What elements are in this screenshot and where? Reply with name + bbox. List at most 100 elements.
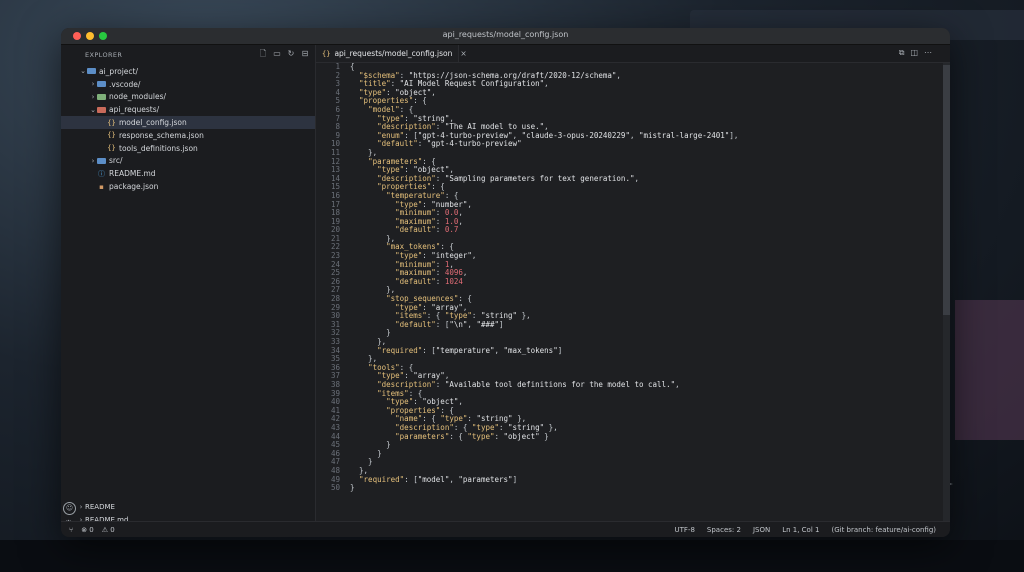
- folder-icon: [87, 68, 96, 75]
- code-token: ,: [431, 87, 436, 97]
- tree-item-9[interactable]: ▪ package.json: [61, 180, 315, 193]
- code-token: "max_tokens": [503, 345, 558, 355]
- code-token: "object": [503, 431, 540, 441]
- tree-item-4[interactable]: {} model_config.json: [61, 116, 315, 129]
- warnings-count[interactable]: ⚠ 0: [102, 526, 115, 534]
- code-token: ,: [634, 173, 639, 183]
- outline-item[interactable]: › README: [61, 501, 315, 514]
- line-number: 6: [335, 104, 340, 114]
- git-branch-status[interactable]: (Git branch: feature/ai-config): [831, 526, 936, 534]
- language-mode[interactable]: JSON: [753, 526, 770, 534]
- tree-item-8[interactable]: ⓘ README.md: [61, 167, 315, 180]
- code-line[interactable]: 50}: [316, 483, 738, 493]
- code-line[interactable]: 10 "default": "gpt-4-turbo-preview": [316, 140, 738, 149]
- tree-item-0[interactable]: ⌄ ai_project/: [61, 65, 315, 78]
- folder-icon: [97, 106, 106, 113]
- scrollbar-thumb[interactable]: [943, 65, 950, 315]
- line-number: 2: [335, 70, 340, 80]
- folder-icon: [97, 81, 106, 88]
- code-token: :: [435, 276, 445, 286]
- close-tab-icon[interactable]: ×: [460, 49, 466, 58]
- code-token: ,: [629, 130, 639, 140]
- chevron-right-icon: ›: [79, 503, 83, 512]
- code-token: : [: [435, 319, 450, 329]
- code-line[interactable]: 34 "required": ["temperature", "max_toke…: [316, 345, 738, 356]
- explorer-sidebar: EXPLORER 🗋 ▭ ↻ ⊟ ⌄ ai_project/ › .vscode/ › n…: [61, 45, 316, 537]
- code-editor[interactable]: 1{2 "$schema": "https://json-schema.org/…: [316, 63, 950, 521]
- npm-file-icon: ▪: [99, 182, 104, 191]
- line-text: "required": ["temperature", "max_tokens"…: [350, 345, 562, 356]
- code-token: ,: [462, 268, 468, 278]
- code-token: "parameters": [395, 431, 450, 441]
- indentation-indicator[interactable]: Spaces: 2: [707, 526, 741, 534]
- folder-icon: [97, 157, 106, 164]
- code-token: 0.7: [444, 225, 459, 235]
- editor-window: api_requests/model_config.json EXPLORER …: [61, 28, 950, 537]
- tree-item-label: src/: [109, 156, 123, 166]
- tree-item-3[interactable]: ⌄ api_requests/: [61, 103, 315, 116]
- refresh-icon[interactable]: ↻: [286, 49, 296, 59]
- tree-item-1[interactable]: › .vscode/: [61, 78, 315, 91]
- code-token: :: [435, 225, 445, 235]
- tab-model-config[interactable]: {} api_requests/model_config.json ×: [316, 45, 467, 62]
- code-token: ],: [729, 130, 739, 140]
- code-line[interactable]: 46 }: [316, 449, 738, 459]
- errors-count[interactable]: ⊗ 0: [81, 526, 94, 534]
- line-number: 5: [335, 96, 340, 106]
- code-token: }: [350, 483, 355, 493]
- cursor-position[interactable]: Ln 1, Col 1: [782, 526, 819, 534]
- tab-label: api_requests/model_config.json: [334, 49, 453, 58]
- tree-item-2[interactable]: › node_modules/: [61, 91, 315, 104]
- tree-item-label: model_config.json: [119, 118, 187, 128]
- new-folder-icon[interactable]: ▭: [272, 49, 282, 59]
- tree-item-label: .vscode/: [109, 79, 141, 89]
- code-token: :: [417, 139, 427, 149]
- code-token: "gpt-4-turbo-preview": [426, 139, 522, 149]
- status-bar: ⑂ ⊗ 0 ⚠ 0 UTF-8 Spaces: 2 JSON Ln 1, Col…: [61, 521, 950, 537]
- code-token: },: [517, 311, 531, 321]
- tab-bar: {} api_requests/model_config.json × ⧉ ◫ …: [316, 45, 950, 63]
- code-token: ,: [467, 199, 472, 209]
- outline-item-label: README: [85, 503, 115, 512]
- code-token: "default": [377, 139, 418, 149]
- code-token: "required": [359, 474, 405, 484]
- code-line[interactable]: 49 "required": ["model", "parameters"]: [316, 474, 738, 485]
- git-branch-icon[interactable]: ⑂: [69, 526, 73, 534]
- chevron-icon: ⌄: [80, 67, 86, 76]
- encoding-indicator[interactable]: UTF-8: [675, 526, 695, 534]
- tree-item-5[interactable]: {} response_schema.json: [61, 129, 315, 142]
- code-token: "mistral-large-2401": [639, 130, 730, 140]
- code-token: ,: [616, 70, 621, 80]
- new-file-icon[interactable]: 🗋: [258, 49, 268, 59]
- code-token: ,: [544, 79, 549, 89]
- code-token: "default": [395, 276, 436, 286]
- split-editor-icon[interactable]: ◫: [910, 48, 918, 58]
- background-desk: [0, 540, 1024, 572]
- code-token: ]: [512, 474, 518, 484]
- line-number: 50: [330, 483, 340, 493]
- tree-item-label: api_requests/: [109, 105, 160, 115]
- tree-item-7[interactable]: › src/: [61, 155, 315, 168]
- markdown-file-icon: ⓘ: [98, 169, 105, 178]
- code-token: "default": [395, 319, 436, 329]
- more-actions-icon[interactable]: ⋯: [924, 48, 932, 58]
- tree-item-label: response_schema.json: [119, 130, 204, 140]
- code-token: ,: [494, 345, 504, 355]
- code-token: : [: [404, 474, 418, 484]
- code-token: ,: [675, 379, 680, 389]
- chevron-icon: ›: [91, 92, 95, 101]
- json-file-icon: {}: [322, 49, 331, 58]
- code-token: "###": [476, 319, 500, 329]
- code-lines[interactable]: 1{2 "$schema": "https://json-schema.org/…: [316, 63, 738, 493]
- collapse-all-icon[interactable]: ⊟: [300, 49, 310, 59]
- json-file-icon: {}: [107, 118, 116, 127]
- code-token: "model": [417, 474, 450, 484]
- code-token: "default": [395, 225, 436, 235]
- explorer-header: EXPLORER: [85, 51, 123, 59]
- code-line[interactable]: 47 }: [316, 458, 738, 467]
- code-token: :: [494, 431, 504, 441]
- tree-item-6[interactable]: {} tools_definitions.json: [61, 142, 315, 155]
- vertical-scrollbar[interactable]: [943, 63, 950, 521]
- open-preview-icon[interactable]: ⧉: [899, 48, 905, 58]
- code-token: ,: [471, 251, 477, 261]
